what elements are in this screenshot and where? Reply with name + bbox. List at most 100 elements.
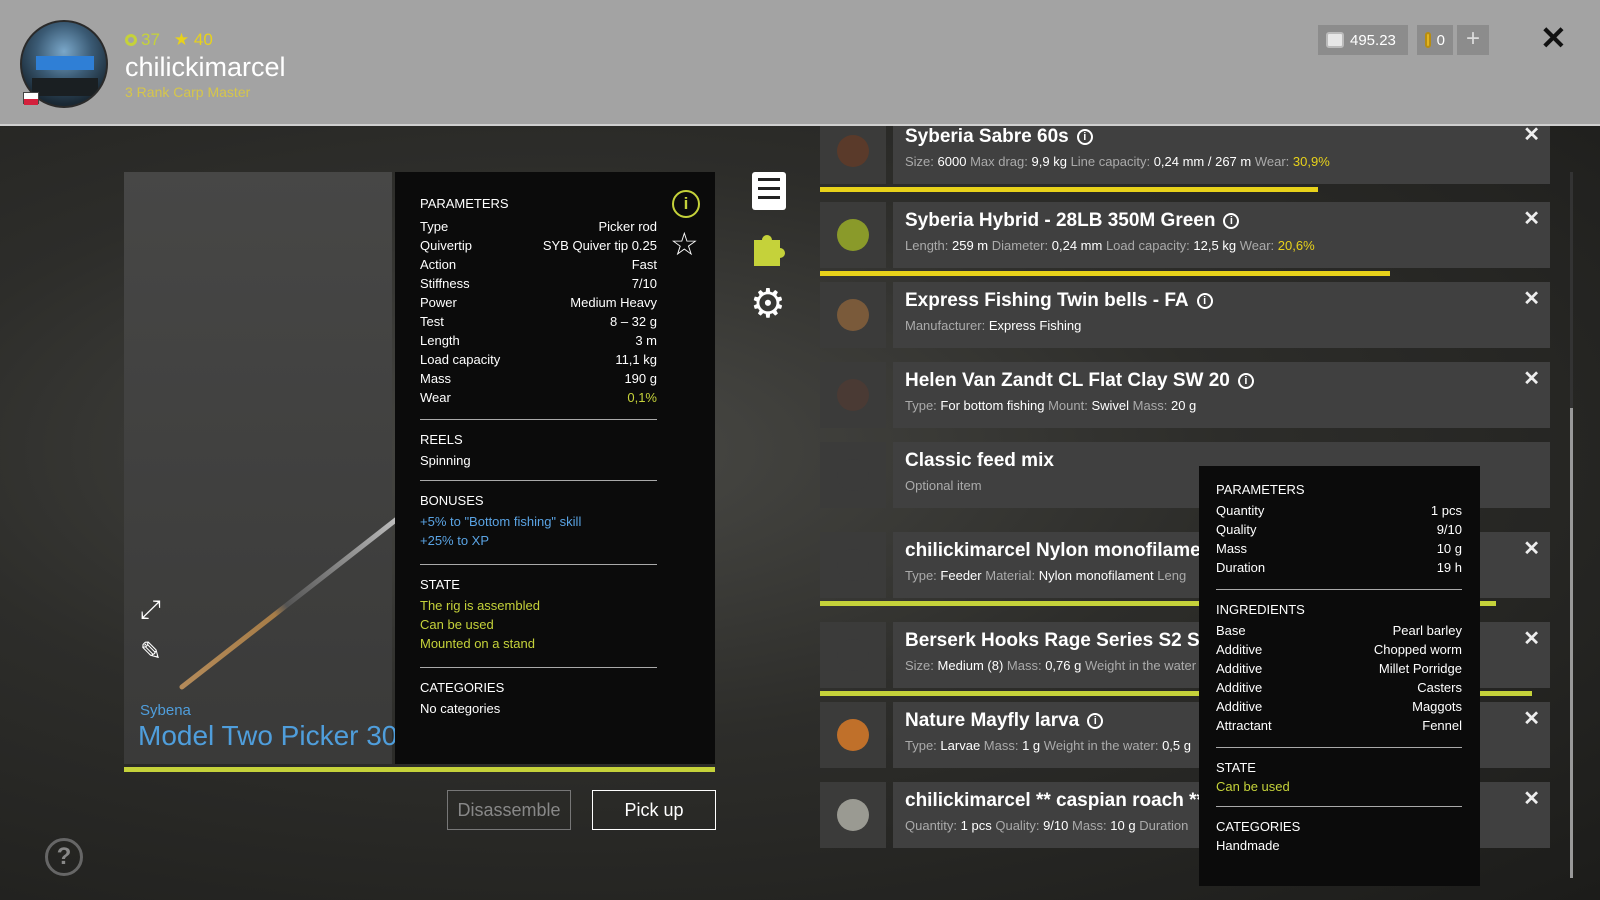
tooltip-categories-header: CATEGORIES [1216, 819, 1301, 834]
remove-item-icon[interactable]: ✕ [1523, 536, 1540, 561]
param-label: Length [420, 333, 460, 348]
tooltip-state: Can be used [1216, 779, 1290, 794]
detail-label: Mount: [1048, 398, 1088, 413]
info-icon[interactable]: i [672, 190, 700, 218]
equipment-item[interactable]: Express Fishing Twin bells - FA i Manufact… [820, 282, 1550, 348]
gold-coin-icon [1425, 32, 1431, 48]
divider [1216, 806, 1462, 807]
state-header: STATE [420, 577, 460, 592]
add-currency-button[interactable]: + [1457, 25, 1489, 55]
param-label: Action [420, 257, 457, 272]
remove-item-icon[interactable]: ✕ [1523, 206, 1540, 231]
tooltip-param-row: Quantity 1 pcs [1216, 501, 1462, 520]
tooltip-state-header: STATE [1216, 760, 1256, 775]
detail-value: 0,76 g [1045, 658, 1082, 673]
item-details: Manufacturer: Express Fishing [905, 318, 1081, 333]
remove-item-icon[interactable]: ✕ [1523, 706, 1540, 731]
close-icon[interactable]: ✕ [1540, 20, 1567, 56]
detail-value: 6000 [937, 154, 967, 169]
divider [1216, 589, 1462, 590]
detail-label: Type: [905, 738, 937, 753]
tooltip-ingredient-value: Maggots [1412, 699, 1462, 714]
star-icon: ★ [173, 30, 190, 49]
param-row: Test 8 – 32 g [420, 312, 657, 331]
item-card[interactable]: Syberia Sabre 60s i Size: 6000 Max drag: 9… [893, 126, 1550, 184]
param-value: 8 – 32 g [610, 314, 657, 329]
param-row: Wear 0,1% [420, 388, 657, 407]
tooltip-param-label: Duration [1216, 560, 1266, 575]
param-value: Fast [631, 257, 657, 272]
param-row: Action Fast [420, 255, 657, 274]
item-details: Type: Feeder Material: Nylon monofilamen… [905, 568, 1186, 583]
item-card[interactable]: Express Fishing Twin bells - FA i Manufact… [893, 282, 1550, 348]
detail-label: Mass: [1006, 658, 1042, 673]
item-title: Syberia Hybrid - 28LB 350M Green i [905, 210, 1240, 232]
detail-value: 10 g [1110, 818, 1136, 833]
equipment-item[interactable]: Syberia Sabre 60s i Size: 6000 Max drag: 9… [820, 126, 1550, 192]
detail-label: Size: [905, 154, 934, 169]
item-title-text: Express Fishing Twin bells - FA [905, 290, 1189, 311]
rod-wear-bar [124, 767, 715, 772]
paint-brush-icon[interactable]: ✎ [140, 636, 162, 667]
expand-icon[interactable]: ⤢ [140, 594, 170, 624]
param-value: 7/10 [631, 276, 657, 291]
item-info-icon[interactable]: i [1076, 129, 1093, 145]
level-icon [125, 34, 137, 46]
tooltip-category: Handmade [1216, 838, 1280, 853]
item-title-text: Classic feed mix [905, 450, 1054, 471]
help-icon[interactable]: ? [45, 838, 83, 876]
categories-value: No categories [420, 701, 501, 716]
favorite-star-icon[interactable]: ☆ [670, 228, 699, 260]
remove-item-icon[interactable]: ✕ [1523, 786, 1540, 811]
gear-icon[interactable]: ⚙ [750, 284, 786, 324]
item-info-icon[interactable]: i [1223, 213, 1240, 229]
param-label: Wear [420, 390, 451, 405]
tooltip-ingredient-label: Additive [1216, 661, 1263, 676]
player-level: 37 [141, 30, 160, 49]
detail-value: 12,5 kg [1193, 238, 1237, 253]
scrollbar[interactable] [1570, 172, 1573, 878]
item-info-icon[interactable]: i [1087, 713, 1104, 729]
detail-label: Size: [905, 658, 934, 673]
divider [420, 480, 657, 481]
detail-label: Type: [905, 398, 937, 413]
detail-label: Mass: [1132, 398, 1168, 413]
remove-item-icon[interactable]: ✕ [1523, 626, 1540, 651]
tooltip-param-value: 9/10 [1436, 522, 1462, 537]
remove-item-icon[interactable]: ✕ [1523, 366, 1540, 391]
detail-value: Express Fishing [988, 318, 1082, 333]
param-label: Quivertip [420, 238, 473, 253]
puzzle-icon[interactable] [750, 230, 788, 266]
divider [420, 419, 657, 420]
detail-label: Weight in the water [1084, 658, 1197, 673]
equipment-item[interactable]: Syberia Hybrid - 28LB 350M Green i Length:… [820, 202, 1550, 276]
item-title: Nature Mayfly larva i [905, 710, 1104, 732]
param-value: 190 g [624, 371, 657, 386]
item-details: Type: Larvae Mass: 1 g Weight in the wat… [905, 738, 1191, 753]
tooltip-ingredient-label: Additive [1216, 680, 1263, 695]
tooltip-param-label: Quality [1216, 522, 1257, 537]
pickup-button[interactable]: Pick up [592, 790, 716, 830]
param-row: Stiffness 7/10 [420, 274, 657, 293]
item-card[interactable]: Syberia Hybrid - 28LB 350M Green i Length:… [893, 202, 1550, 268]
tooltip-ingredient-value: Millet Porridge [1378, 661, 1462, 676]
item-info-icon[interactable]: i [1196, 293, 1213, 309]
equipment-item[interactable]: Helen Van Zandt CL Flat Clay SW 20 i Type:… [820, 362, 1550, 428]
country-flag-icon [23, 92, 39, 105]
param-row: Mass 190 g [420, 369, 657, 388]
disassemble-button[interactable]: Disassemble [447, 790, 571, 830]
tooltip-ingredient-row: Additive Maggots [1216, 697, 1462, 716]
detail-value: Medium (8) [937, 658, 1004, 673]
detail-label: Manufacturer: [905, 318, 986, 333]
tooltip-ingredient-value: Fennel [1422, 718, 1462, 733]
bonus-xp: +25% to XP [420, 533, 490, 548]
remove-item-icon[interactable]: ✕ [1523, 286, 1540, 311]
item-info-icon[interactable]: i [1237, 373, 1254, 389]
item-card[interactable]: Helen Van Zandt CL Flat Clay SW 20 i Type:… [893, 362, 1550, 428]
state-assembled: The rig is assembled [420, 598, 540, 613]
parameters-header: PARAMETERS [420, 196, 509, 211]
item-title-text: chilickimarcel ** caspian roach ** [905, 790, 1204, 811]
remove-item-icon[interactable]: ✕ [1523, 126, 1540, 147]
reels-value: Spinning [420, 453, 471, 468]
document-icon[interactable] [752, 172, 786, 210]
